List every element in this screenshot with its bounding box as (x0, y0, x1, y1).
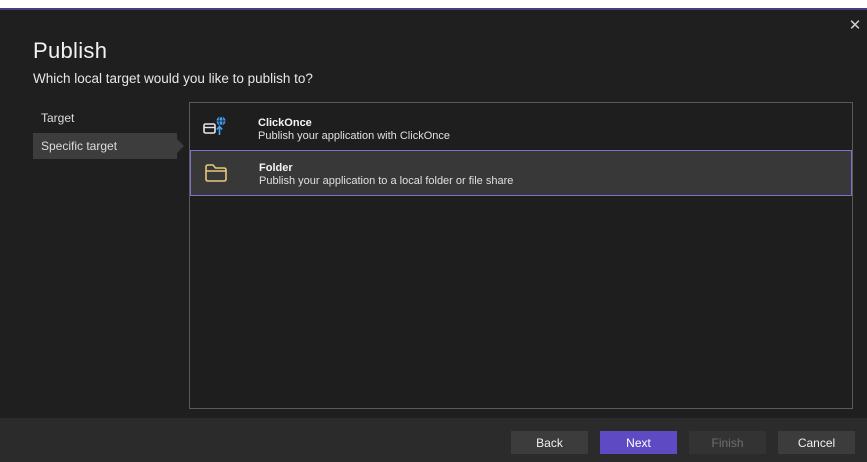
target-option-clickonce[interactable]: ClickOnce Publish your application with … (190, 105, 852, 149)
close-icon: ✕ (848, 17, 862, 34)
target-option-description: Publish your application to a local fold… (259, 175, 514, 187)
dialog-footer: Back Next Finish Cancel (0, 418, 867, 462)
dialog-subtitle: Which local target would you like to pub… (33, 71, 313, 86)
finish-button: Finish (689, 431, 766, 454)
target-option-description: Publish your application with ClickOnce (258, 130, 450, 142)
nav-item-specific-target[interactable]: Specific target (33, 133, 177, 159)
window-accent-line (0, 8, 867, 10)
target-option-title: Folder (259, 162, 293, 174)
target-option-title: ClickOnce (258, 117, 312, 129)
target-list: ClickOnce Publish your application with … (189, 102, 853, 409)
close-button[interactable]: ✕ (847, 17, 863, 35)
clickonce-icon (203, 116, 226, 135)
dialog-title: Publish (33, 38, 108, 63)
next-button[interactable]: Next (600, 431, 677, 454)
nav-selection-pointer (177, 139, 184, 153)
back-button[interactable]: Back (511, 431, 588, 454)
target-option-folder[interactable]: Folder Publish your application to a loc… (190, 150, 852, 196)
cancel-button[interactable]: Cancel (778, 431, 855, 454)
nav-item-target[interactable]: Target (33, 105, 177, 131)
folder-icon (205, 164, 227, 182)
